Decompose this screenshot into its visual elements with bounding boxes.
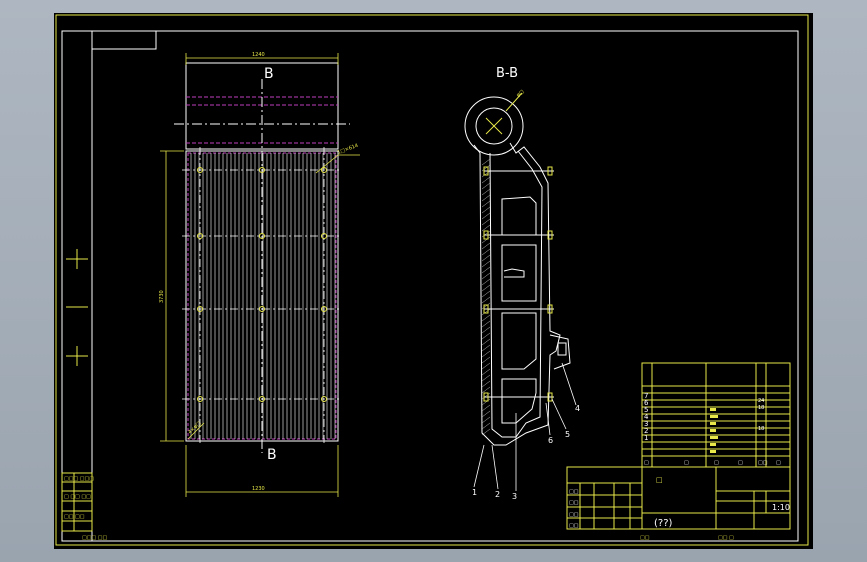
left-strip-row-1: □□□ □□□ [64, 476, 94, 482]
dim-height: 3730 [159, 290, 165, 303]
bom-header-4: □ [738, 460, 743, 466]
left-strip-bottom-text: □□□ □□ [82, 535, 107, 541]
title-bottom-right: □□ □ [718, 535, 734, 541]
bom-qty-5: 18 [758, 426, 764, 432]
title-bottom-mid: □□ [640, 535, 650, 541]
section-label-bottom: B [267, 447, 277, 463]
title-row-3: □□ [569, 512, 579, 518]
engineering-drawing: □□□ □□□ □ □□ □□ □□ □□ □□□ □□ 1240 1230 3… [55, 14, 809, 546]
title-row-4: □□ [569, 523, 579, 529]
section-label-top: B [264, 66, 274, 82]
title-block [566, 466, 791, 530]
part-number-4: 4 [575, 404, 580, 413]
part-number-1: 1 [472, 488, 477, 497]
bom-qty-2: 18 [758, 405, 764, 411]
drawing-canvas[interactable]: □□□ □□□ □ □□ □□ □□ □□ □□□ □□ 1240 1230 3… [54, 13, 813, 549]
cad-viewport[interactable]: □□□ □□□ □ □□ □□ □□ □□ □□□ □□ 1240 1230 3… [0, 0, 867, 562]
bom-qty-1: 24 [758, 398, 764, 404]
registration-marks [66, 249, 88, 366]
side-view [464, 92, 577, 491]
left-strip-row-3: □□ □□ [64, 514, 85, 520]
side-view-title: B-B [496, 66, 518, 81]
part-number-5: 5 [565, 430, 570, 439]
part-number-2: 2 [495, 490, 500, 499]
dim-circle: φ□ [515, 89, 525, 99]
left-strip-row-2: □ □□ □□ [64, 494, 91, 500]
outer-frame [55, 14, 809, 546]
bom-header-1: □ [644, 460, 649, 466]
bom-header-2: □ [684, 460, 689, 466]
bom-header-6: □ [776, 460, 781, 466]
title-row-1: □□ [569, 489, 579, 495]
part-number-3: 3 [512, 492, 517, 501]
bom-header-5: □□ [758, 460, 768, 466]
bom-header-3: □ [714, 460, 719, 466]
top-left-box [91, 30, 157, 50]
dim-bottom-width: 1230 [252, 486, 265, 492]
part-number-6: 6 [548, 436, 553, 445]
dim-top-width: 1240 [252, 52, 265, 58]
bom-row-1: 1 [644, 434, 648, 442]
bom-cell-marks [710, 408, 718, 453]
title-row-2: □□ [569, 500, 579, 506]
note-top-right: 1□×614 [337, 143, 359, 156]
drawing-scale: 1:10 [772, 503, 790, 512]
drawing-name: (??) [654, 518, 673, 529]
title-block-material: □ [656, 476, 663, 484]
